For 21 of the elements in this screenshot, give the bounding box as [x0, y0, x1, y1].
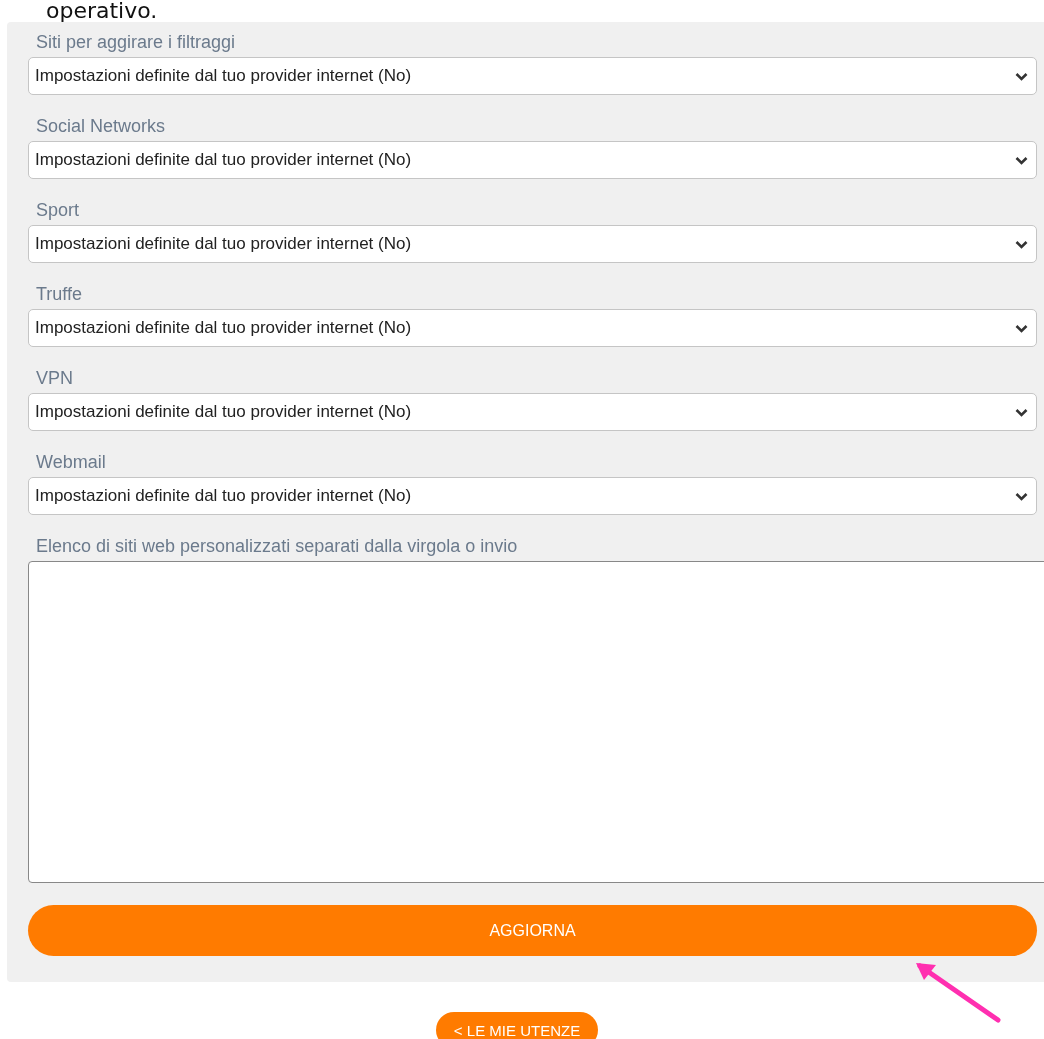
filter-select[interactable]: Impostazioni definite dal tuo provider internet (No): [28, 225, 1037, 263]
field-label: VPN: [35, 367, 74, 390]
filter-select[interactable]: Impostazioni definite dal tuo provider internet (No): [28, 477, 1037, 515]
sites-textarea[interactable]: [28, 561, 1044, 883]
chevron-down-icon: [1015, 155, 1028, 165]
field-label: Elenco di siti web personalizzati separati dalla virgola o invio: [35, 535, 519, 558]
chevron-down-icon: [1015, 491, 1028, 501]
field-label: Sport: [35, 199, 81, 222]
chevron-down-icon: [1015, 239, 1028, 249]
field-label: Siti per aggirare i filtraggi: [35, 31, 237, 54]
intro-text: operativo.: [45, 0, 159, 22]
chevron-down-icon: [1015, 407, 1028, 417]
field-label: Truffe: [35, 283, 84, 306]
chevron-down-icon: [1015, 323, 1028, 333]
filter-select[interactable]: Impostazioni definite dal tuo provider internet (No): [28, 309, 1037, 347]
filter-select[interactable]: Impostazioni definite dal tuo provider internet (No): [28, 393, 1037, 431]
chevron-down-icon: [1015, 71, 1028, 81]
field-label: Social Networks: [35, 115, 167, 138]
filter-select[interactable]: Impostazioni definite dal tuo provider internet (No): [28, 57, 1037, 95]
filter-select[interactable]: Impostazioni definite dal tuo provider internet (No): [28, 141, 1037, 179]
field-label: Webmail: [35, 451, 107, 474]
